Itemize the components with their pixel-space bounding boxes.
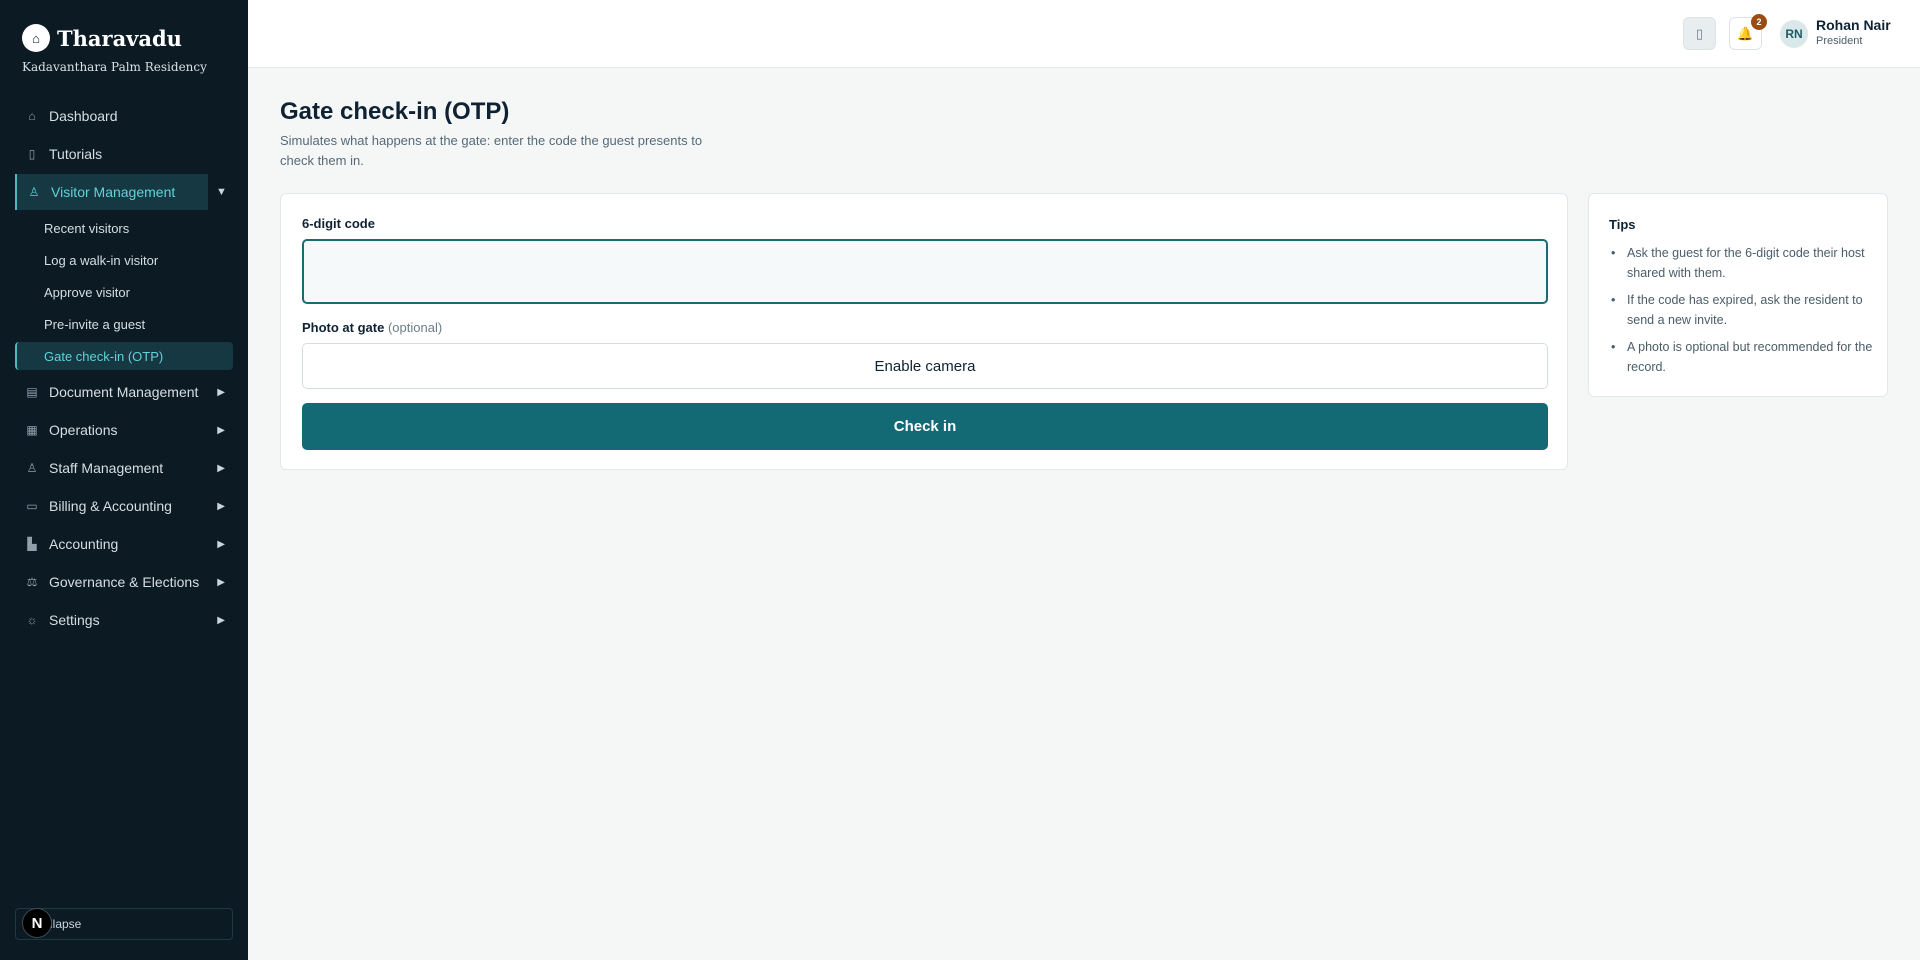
sidebar-item-label: Dashboard <box>49 108 118 124</box>
photo-label-text: Photo at gate <box>302 320 385 335</box>
page-title: Gate check-in (OTP) <box>280 98 510 125</box>
collapse-label: llapse <box>50 917 82 931</box>
sidebar-item-tutorials[interactable]: ▯ Tutorials <box>15 136 233 172</box>
photo-optional-text: (optional) <box>387 320 443 335</box>
otp-code-input[interactable] <box>302 239 1548 304</box>
user-check-icon: ♙ <box>28 185 40 199</box>
sidebar-item-dashboard[interactable]: ⌂ Dashboard <box>15 98 233 134</box>
chevron-right-icon: ▶ <box>217 576 225 588</box>
sidebar-subitem-label: Gate check-in (OTP) <box>44 348 164 364</box>
grid-icon: ▦ <box>26 423 38 437</box>
bar-chart-icon: ▙ <box>27 537 37 551</box>
document-icon: ▤ <box>26 385 38 399</box>
sidebar-nav: ⌂ Dashboard ▯ Tutorials ♙ Visitor Manage… <box>15 98 233 640</box>
chevron-right-icon: ▶ <box>217 614 225 626</box>
tips-title: Tips <box>1609 217 1636 232</box>
tips-card: Tips Ask the guest for the 6-digit code … <box>1588 193 1888 397</box>
brand-subtitle: Kadavanthara Palm Residency <box>22 60 207 74</box>
sidebar-item-label: Billing & Accounting <box>49 498 172 514</box>
sidebar-item-label: Visitor Management <box>51 184 176 200</box>
sidebar-item-billing-accounting[interactable]: ▭ Billing & Accounting ▶ <box>15 488 233 524</box>
sidebar-subitem-approve-visitor[interactable]: Approve visitor <box>15 276 233 308</box>
gear-icon: ☼ <box>26 613 38 627</box>
tip-item: A photo is optional but recommended for … <box>1609 337 1877 377</box>
brand[interactable]: ⌂ Tharavadu <box>22 24 182 52</box>
sidebar-item-visitor-management[interactable]: ♙ Visitor Management ▼ <box>15 174 227 210</box>
notification-count-badge: 2 <box>1751 14 1767 30</box>
sidebar-item-staff-management[interactable]: ♙ Staff Management ▶ <box>15 450 233 486</box>
sidebar-item-label: Accounting <box>49 536 119 552</box>
house-logo-icon: ⌂ <box>22 24 50 52</box>
sidebar-subitem-label: Log a walk-in visitor <box>44 252 159 268</box>
home-icon: ⌂ <box>28 109 36 123</box>
topbar: ▯ 🔔 2 RN Rohan Nair President <box>248 0 1920 68</box>
bell-icon: 🔔 <box>1737 25 1754 41</box>
sidebar-item-accounting[interactable]: ▙ Accounting ▶ <box>15 526 233 562</box>
checkin-form-card: 6-digit code Photo at gate (optional) En… <box>280 193 1568 470</box>
avatar[interactable]: RN <box>1780 20 1808 48</box>
sidebar-subitem-pre-invite[interactable]: Pre-invite a guest <box>15 308 233 340</box>
tips-list: Ask the guest for the 6-digit code their… <box>1609 243 1877 384</box>
mobile-view-button[interactable]: ▯ <box>1683 17 1716 50</box>
chevron-right-icon: ▶ <box>217 538 225 550</box>
chevron-down-icon[interactable]: ▼ <box>216 186 227 198</box>
sidebar-subitem-recent-visitors[interactable]: Recent visitors <box>15 212 233 244</box>
tip-item: Ask the guest for the 6-digit code their… <box>1609 243 1877 283</box>
sidebar-item-label: Governance & Elections <box>49 574 200 590</box>
chevron-right-icon: ▶ <box>217 500 225 512</box>
sidebar-subitem-gate-check-in[interactable]: Gate check-in (OTP) <box>15 342 233 370</box>
page-description: Simulates what happens at the gate: ente… <box>280 133 703 168</box>
n-badge[interactable]: N <box>22 908 52 938</box>
sidebar-item-label: Staff Management <box>49 460 164 476</box>
sidebar-item-label: Operations <box>49 422 118 438</box>
sidebar-item-settings[interactable]: ☼ Settings ▶ <box>15 602 233 638</box>
sidebar-subitem-log-walk-in[interactable]: Log a walk-in visitor <box>15 244 233 276</box>
sidebar-item-label: Document Management <box>49 384 199 400</box>
user-role: President <box>1816 35 1863 47</box>
users-icon: ♙ <box>26 461 38 475</box>
brand-name: Tharavadu <box>57 25 182 51</box>
sidebar: ⌂ Tharavadu Kadavanthara Palm Residency … <box>0 0 248 960</box>
sidebar-item-operations[interactable]: ▦ Operations ▶ <box>15 412 233 448</box>
sidebar-item-document-management[interactable]: ▤ Document Management ▶ <box>15 374 233 410</box>
book-icon: ▯ <box>28 147 36 161</box>
enable-camera-button[interactable]: Enable camera <box>302 343 1548 389</box>
sidebar-subitem-label: Approve visitor <box>44 284 130 300</box>
sidebar-item-label: Settings <box>49 612 100 628</box>
chevron-right-icon: ▶ <box>217 462 225 474</box>
phone-icon: ▯ <box>1695 25 1704 41</box>
sidebar-subitem-label: Recent visitors <box>44 220 130 236</box>
code-label: 6-digit code <box>302 216 375 231</box>
photo-label: Photo at gate (optional) <box>302 320 442 335</box>
gavel-icon: ⚖ <box>26 575 38 589</box>
check-in-button[interactable]: Check in <box>302 403 1548 450</box>
credit-card-icon: ▭ <box>26 499 38 513</box>
chevron-right-icon: ▶ <box>217 424 225 436</box>
sidebar-subitem-label: Pre-invite a guest <box>44 316 146 332</box>
user-name[interactable]: Rohan Nair <box>1816 17 1891 33</box>
sidebar-item-governance-elections[interactable]: ⚖ Governance & Elections ▶ <box>15 564 233 600</box>
sidebar-item-label: Tutorials <box>49 146 103 162</box>
tip-item: If the code has expired, ask the residen… <box>1609 290 1877 330</box>
chevron-right-icon: ▶ <box>217 386 225 398</box>
